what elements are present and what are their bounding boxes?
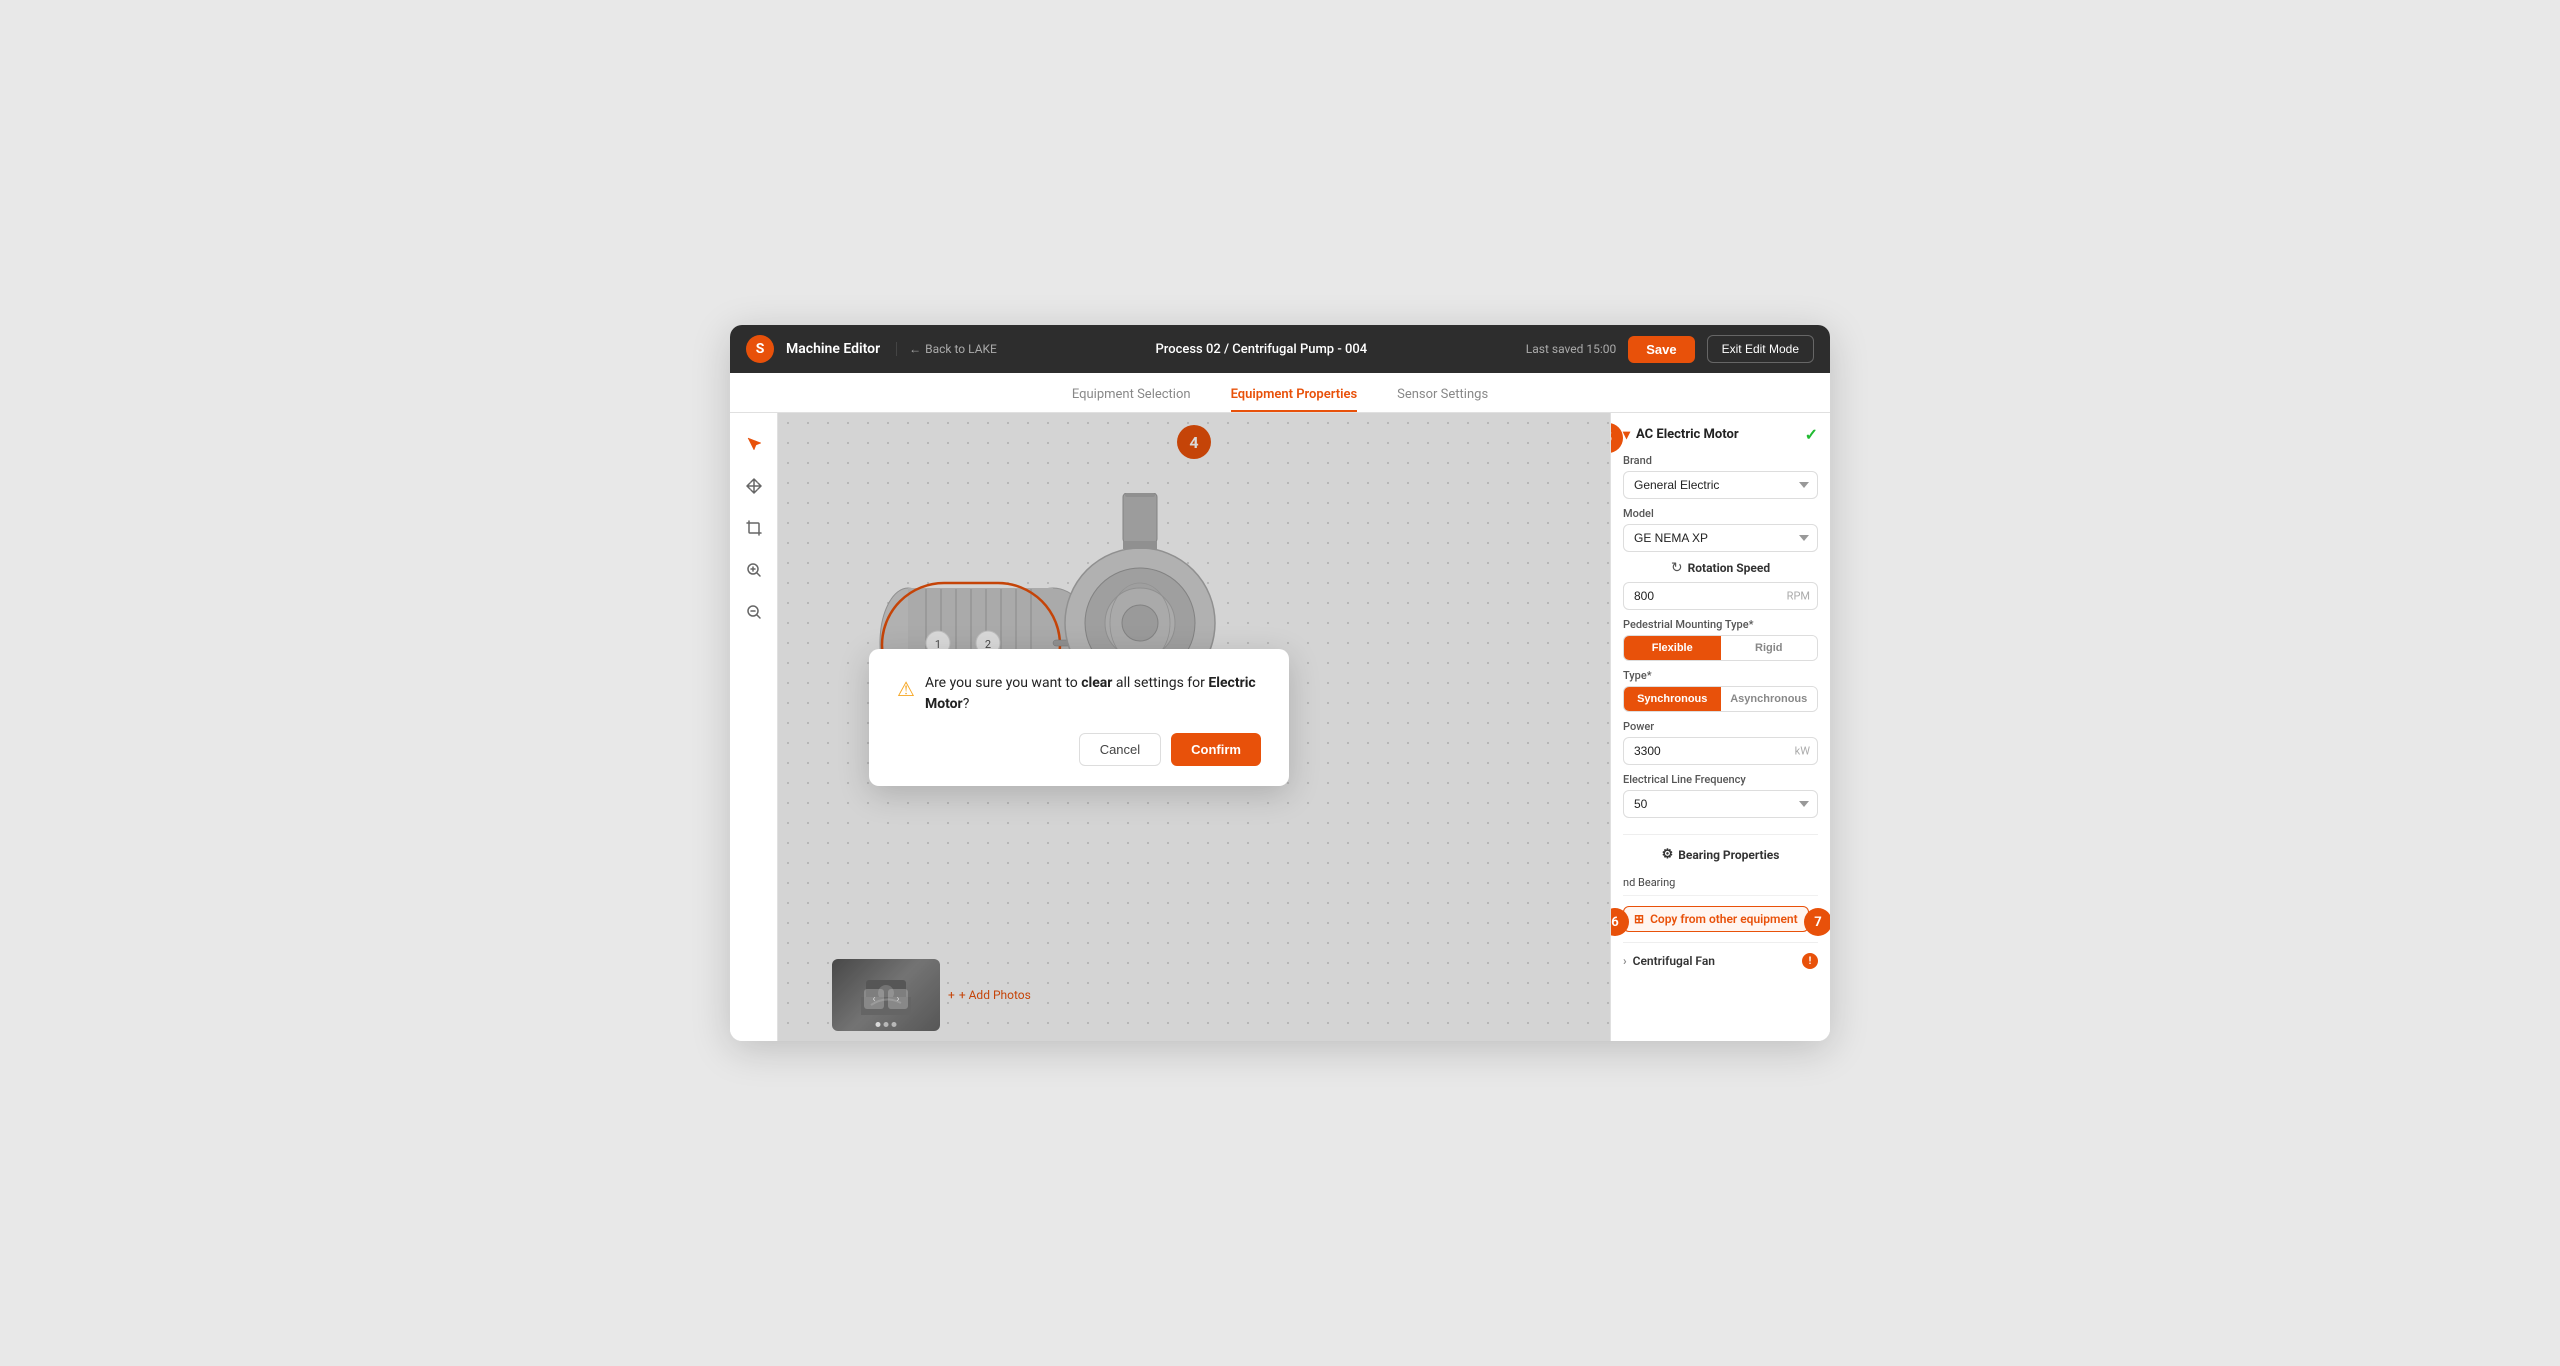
move-tool-button[interactable] [739, 471, 769, 501]
centrifugal-fan-label: › Centrifugal Fan [1623, 954, 1715, 968]
arrow-left-icon: ← [909, 342, 921, 356]
rotation-speed-label: Rotation Speed [1688, 561, 1771, 575]
type-label: Type* [1623, 669, 1818, 682]
rotation-icon: ↻ [1671, 560, 1683, 576]
left-toolbar [730, 413, 778, 1041]
save-button[interactable]: Save [1628, 336, 1694, 363]
kw-unit: kW [1795, 745, 1810, 758]
divider-1 [1623, 834, 1818, 835]
mounting-flexible-button[interactable]: Flexible [1624, 636, 1721, 660]
panel-section-title: ▾ AC Electric Motor ✓ [1623, 425, 1818, 444]
tabs-bar: Equipment Selection Equipment Properties… [730, 373, 1830, 413]
copy-from-equipment-button[interactable]: ⊞ Copy from other equipment [1623, 906, 1809, 932]
exit-edit-mode-button[interactable]: Exit Edit Mode [1707, 335, 1814, 363]
freq-select[interactable]: 50 [1623, 790, 1818, 818]
app-header: S Machine Editor ← Back to LAKE Process … [730, 325, 1830, 373]
tab-sensor-settings[interactable]: Sensor Settings [1397, 387, 1488, 412]
type-toggle: Synchronous Asynchronous [1623, 686, 1818, 712]
rotation-speed-field: RPM [1623, 582, 1818, 610]
mounting-type-toggle: Flexible Rigid [1623, 635, 1818, 661]
gear-icon: ⚙ [1662, 847, 1674, 862]
warning-icon: ⚠ [897, 674, 915, 704]
dialog-overlay: ⚠ Are you sure you want to clear all set… [778, 413, 1610, 1041]
app-logo: S [746, 335, 774, 363]
mounting-rigid-button[interactable]: Rigid [1721, 636, 1818, 660]
zoom-in-button[interactable] [739, 555, 769, 585]
copy-row: 6 ⊞ Copy from other equipment 7 [1623, 896, 1818, 938]
centrifugal-fan-row[interactable]: › Centrifugal Fan ! [1623, 942, 1818, 973]
cancel-button[interactable]: Cancel [1079, 733, 1161, 766]
app-title: Machine Editor [786, 341, 880, 357]
tab-equipment-selection[interactable]: Equipment Selection [1072, 387, 1191, 412]
breadcrumb: Process 02 / Centrifugal Pump - 004 [1009, 342, 1514, 357]
step-badge-7: 7 [1804, 908, 1830, 936]
header-actions: Last saved 15:00 Save Exit Edit Mode [1526, 335, 1814, 363]
last-saved-label: Last saved 15:00 [1526, 342, 1616, 356]
dialog-message: ⚠ Are you sure you want to clear all set… [897, 673, 1261, 715]
rpm-unit: RPM [1787, 590, 1810, 603]
rotation-speed-header: ↻ Rotation Speed [1623, 560, 1818, 576]
freq-label: Electrical Line Frequency [1623, 773, 1818, 786]
tab-equipment-properties[interactable]: Equipment Properties [1231, 387, 1358, 412]
model-select[interactable]: GE NEMA XP [1623, 524, 1818, 552]
back-to-lake-button[interactable]: ← Back to LAKE [896, 342, 997, 356]
check-icon: ✓ [1805, 425, 1818, 444]
zoom-out-button[interactable] [739, 597, 769, 627]
bearing-section-title: ⚙ Bearing Properties [1623, 847, 1818, 862]
select-tool-button[interactable] [739, 429, 769, 459]
dialog-actions: Cancel Confirm [897, 733, 1261, 766]
power-input[interactable] [1623, 737, 1818, 765]
model-label: Model [1623, 507, 1818, 520]
type-asynchronous-button[interactable]: Asynchronous [1721, 687, 1818, 711]
crop-tool-button[interactable] [739, 513, 769, 543]
main-content: 4 [730, 413, 1830, 1041]
brand-label: Brand [1623, 454, 1818, 467]
confirm-dialog: ⚠ Are you sure you want to clear all set… [869, 649, 1289, 786]
mounting-type-label: Pedestrial Mounting Type* [1623, 618, 1818, 631]
right-panel: 5 ▾ AC Electric Motor ✓ Brand General El… [1610, 413, 1830, 1041]
step-badge-5: 5 [1610, 423, 1623, 453]
power-field: kW [1623, 737, 1818, 765]
copy-icon: ⊞ [1634, 912, 1644, 926]
confirm-button[interactable]: Confirm [1171, 733, 1261, 766]
chevron-down-icon: ▾ [1623, 427, 1630, 443]
power-label: Power [1623, 720, 1818, 733]
warning-indicator: ! [1802, 953, 1818, 969]
chevron-right-icon: › [1623, 954, 1627, 968]
bearing-item: nd Bearing [1623, 870, 1818, 896]
type-synchronous-button[interactable]: Synchronous [1624, 687, 1721, 711]
canvas-area[interactable]: 4 [778, 413, 1610, 1041]
brand-select[interactable]: General Electric [1623, 471, 1818, 499]
